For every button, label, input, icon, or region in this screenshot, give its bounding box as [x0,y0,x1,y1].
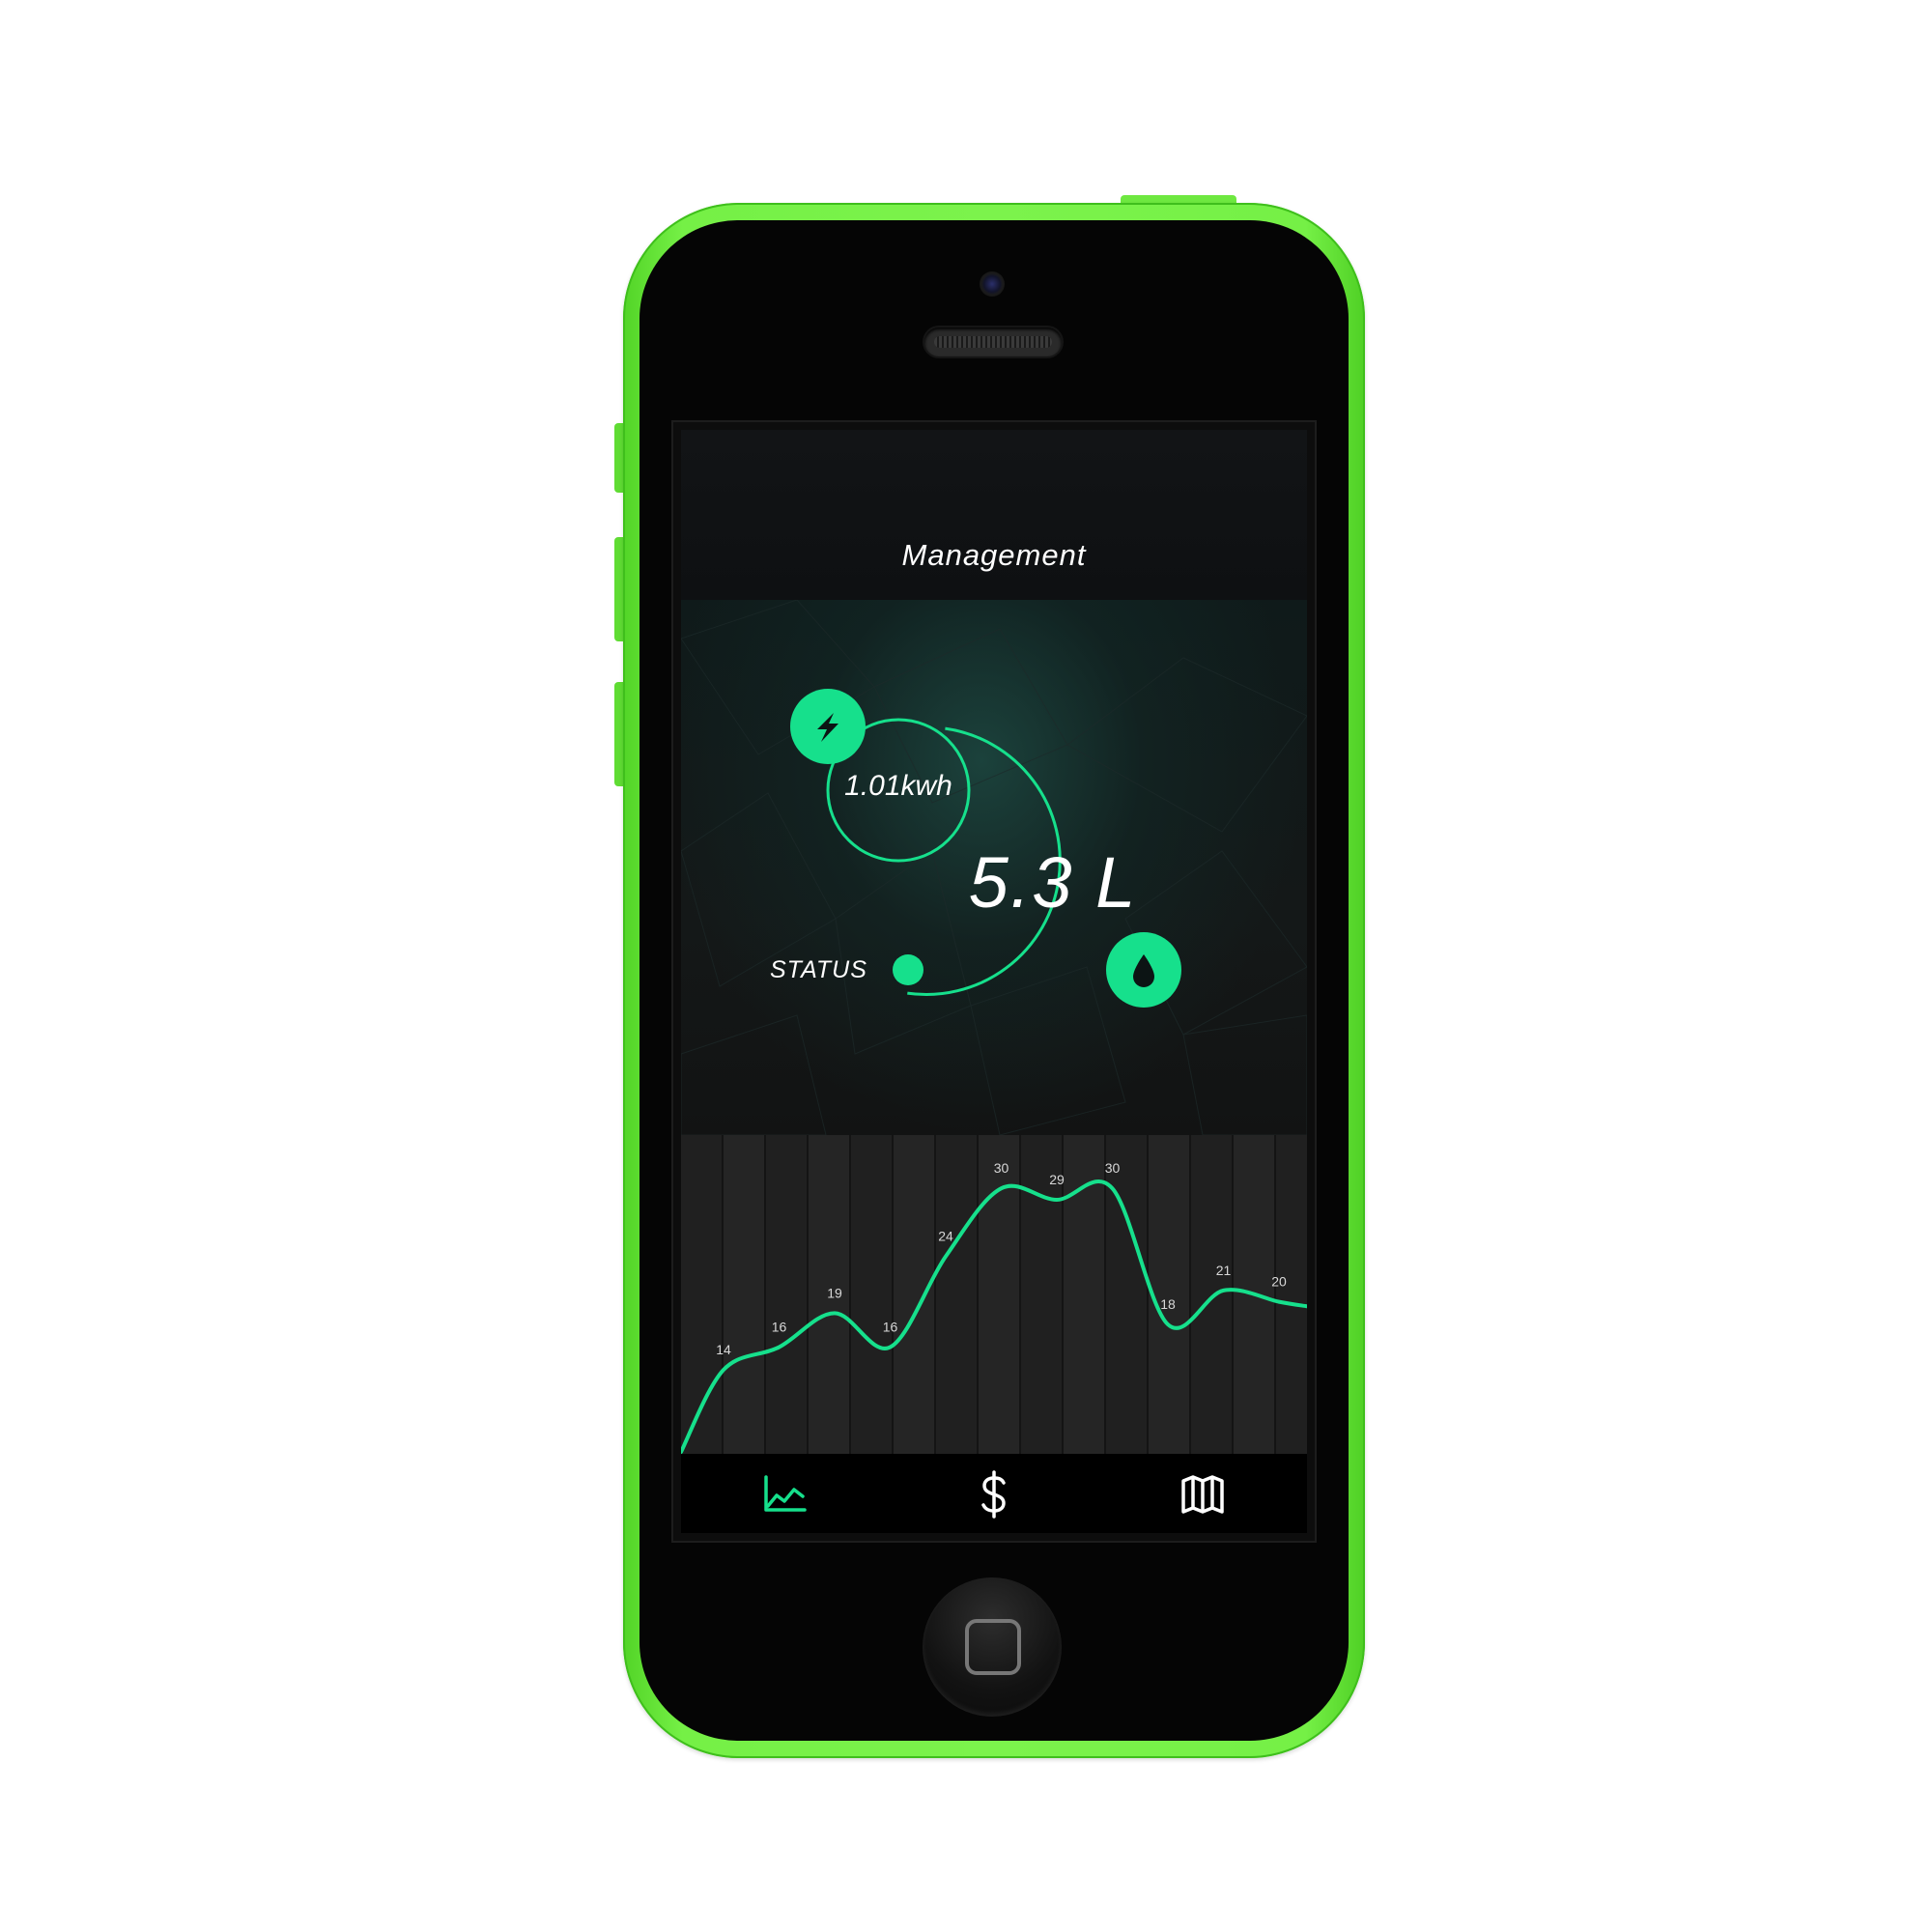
grid-column [979,1135,1019,1454]
grid-column [766,1135,807,1454]
product-mockup: Management 1.01kwh 5.3 L STATUS 14 16 19… [0,0,1932,1932]
status-label: STATUS [770,956,867,983]
home-square-icon [965,1619,1021,1675]
app-screen: Management 1.01kwh 5.3 L STATUS 14 16 19… [673,422,1315,1541]
earpiece-speaker [924,327,1062,356]
data-label: 24 [938,1229,953,1244]
data-label: 29 [1049,1172,1065,1187]
front-camera [980,271,1005,297]
data-label: 16 [772,1320,787,1335]
tab-map[interactable] [1176,1469,1230,1520]
grid-column [724,1135,764,1454]
data-label: 16 [883,1320,898,1335]
grid-column [936,1135,977,1454]
data-label: 14 [716,1342,731,1357]
grid-column [851,1135,892,1454]
line-chart-icon [764,1475,807,1512]
map-icon [1181,1475,1224,1514]
tab-bar [681,1454,1307,1533]
tab-chart[interactable] [758,1469,812,1520]
dollar-sign-icon [981,1470,1006,1519]
grid-column [1276,1135,1307,1454]
data-label: 30 [994,1160,1009,1176]
data-label: 19 [827,1285,842,1300]
grid-column [1106,1135,1147,1454]
page-title: Management [901,538,1087,572]
data-label: 30 [1105,1160,1121,1176]
energy-value: 1.01kwh [844,770,952,802]
data-label: 21 [1216,1263,1232,1278]
grid-column [1191,1135,1232,1454]
usage-chart: 14 16 19 16 24 30 29 30 18 21 20 [681,1135,1307,1454]
water-value: 5.3 L [968,842,1138,923]
grid-column [1149,1135,1189,1454]
data-label: 20 [1271,1274,1287,1290]
usage-summary: 1.01kwh 5.3 L STATUS [681,600,1307,1135]
tab-cost[interactable] [967,1469,1021,1520]
header: Management [681,430,1307,600]
usage-line-chart: 14 16 19 16 24 30 29 30 18 21 20 [681,1135,1307,1454]
home-button[interactable] [923,1577,1062,1717]
data-label: 18 [1160,1296,1176,1312]
status-indicator [893,954,923,985]
grid-column [894,1135,934,1454]
